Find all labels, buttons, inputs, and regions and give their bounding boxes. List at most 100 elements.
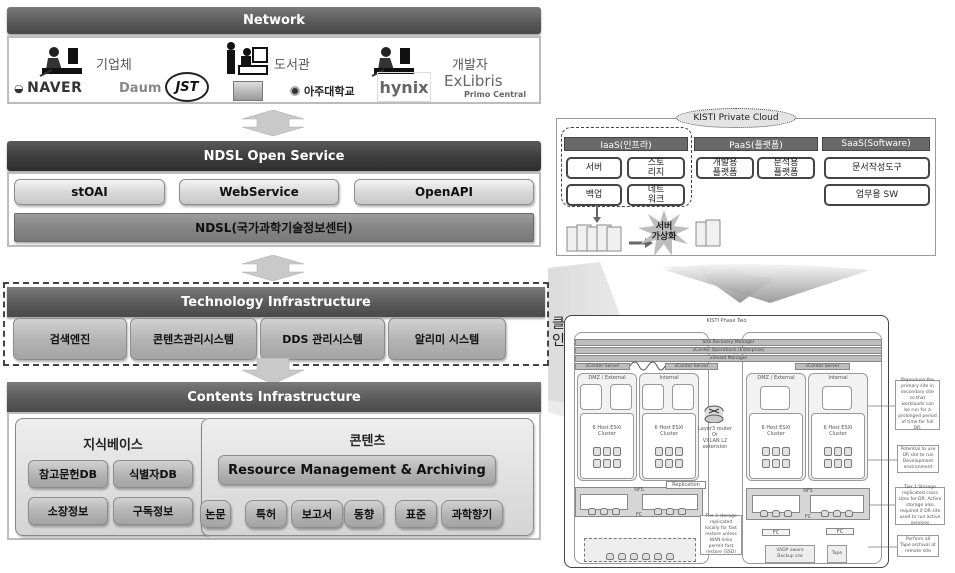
fc-label: FC (804, 514, 812, 520)
user-group-company: 기업체 (96, 58, 132, 73)
tech-search-engine[interactable]: 검색엔진 (13, 318, 127, 360)
vcenter-server-bar: vCenter Server (795, 363, 850, 370)
down-arrow-icon (242, 358, 304, 384)
iaas-backup[interactable]: 백업 (566, 184, 622, 206)
paas-analysis-platform[interactable]: 분석용 플랫폼 (757, 157, 815, 179)
fc-switch: FC (826, 528, 854, 535)
kb-identifier-db[interactable]: 식별자DB (113, 460, 193, 488)
content-title: 콘텐츠 (349, 434, 386, 449)
kb-subscription[interactable]: 구독정보 (113, 497, 193, 525)
production-box (580, 384, 602, 410)
ndsl-base: NDSL(국가과학기술정보센터) (14, 213, 534, 242)
updown-arrow-icon (242, 110, 304, 136)
logo-daum: Daum (119, 81, 162, 96)
logo-ajou: 아주대학교 (290, 83, 355, 99)
host-servers (753, 445, 799, 469)
content-patents[interactable]: 특허 (245, 500, 287, 528)
router-icon (704, 405, 724, 423)
logo-jst: JST (165, 72, 209, 102)
resource-management-archiving[interactable]: Resource Management & Archiving (218, 455, 496, 485)
tech-dds-management[interactable]: DDS 관리시스템 (260, 318, 385, 360)
development-box (610, 384, 632, 410)
development-box (822, 386, 852, 410)
technology-title: Technology Infrastructure (181, 294, 371, 310)
cluster-label: 6 Host ESXi Cluster (823, 425, 853, 437)
logo-exlibris: ExLibris Primo Central (444, 72, 527, 99)
note-dr-development: Potential to use DR site to run Developm… (897, 445, 939, 473)
paas-header: PaaS(플랫폼) (694, 137, 818, 151)
network-header: Network (7, 7, 541, 34)
host-servers (815, 445, 861, 469)
tier3-drives (590, 545, 690, 564)
phase-two-title: KISTI Phase Two (706, 318, 747, 324)
host-servers (646, 445, 692, 469)
contents-header: Contents Infrastructure (7, 382, 541, 412)
note-tier1-storage: Tier 1 Storage replicated cross sites fo… (895, 485, 945, 526)
content-reports[interactable]: 보고서 (291, 500, 343, 528)
zone-label: Internal (659, 375, 679, 381)
iaas-header: IaaS(인프라) (564, 137, 688, 151)
iaas-storage[interactable]: 스토 리지 (627, 157, 685, 179)
logo-hynix: hynix (377, 72, 431, 102)
fc-switch: FC (762, 529, 790, 536)
saas-header: SaaS(Software) (822, 137, 930, 151)
cluster-label: 6 Host ESXi Cluster (761, 425, 791, 437)
host-servers (584, 445, 630, 469)
router-label: Layer3 router Or VXLAN L2 extension (698, 426, 732, 450)
content-trends[interactable]: 동향 (344, 500, 384, 528)
replication-label: Replication (666, 481, 706, 489)
saas-document-tools[interactable]: 문서작성도구 (824, 157, 930, 179)
iaas-server[interactable]: 서버 (566, 157, 622, 179)
fc-label: FC (635, 512, 643, 518)
service-openapi[interactable]: OpenAPI (354, 179, 534, 205)
librarian-icon (227, 42, 268, 75)
service-stoai[interactable]: stOAI (14, 179, 165, 205)
content-standards[interactable]: 표준 (395, 500, 437, 528)
vcenter-server-bar: vCenter Server (665, 363, 718, 370)
iaas-network[interactable]: 네트 워크 (627, 184, 685, 206)
sata-drives (642, 494, 698, 515)
zone-label: DMZ / External (588, 375, 626, 381)
content-science-scent[interactable]: 과학향기 (441, 500, 503, 528)
fc-drives (580, 494, 628, 515)
virtualization-label: 서버 가상화 (651, 222, 677, 242)
tech-notification-system[interactable]: 알리미 시스템 (388, 318, 506, 360)
production-box (642, 384, 664, 410)
development-box (760, 386, 790, 410)
network-title: Network (243, 13, 305, 28)
tech-content-management[interactable]: 콘텐츠관리시스템 (130, 318, 257, 360)
wan-link-icon (630, 361, 665, 371)
open-service-header: NDSL Open Service (7, 141, 541, 171)
contents-title: Contents Infrastructure (187, 389, 361, 405)
note-reproduce-primary: Reproduce the primary site in secondary … (895, 378, 940, 431)
development-box (672, 384, 694, 410)
logo-national-library (233, 81, 263, 101)
vcenter-server-bar: vCenter Server (575, 363, 630, 370)
saas-business-sw[interactable]: 업무용 SW (824, 184, 930, 206)
tape-archive: Tape (827, 545, 847, 563)
fc-drives (752, 495, 800, 517)
cluster-label: 6 Host ESXi Cluster (592, 425, 622, 437)
paas-dev-platform[interactable]: 개발용 플랫폼 (696, 157, 754, 179)
kb-reference-db[interactable]: 참고문헌DB (28, 460, 108, 488)
logo-naver: ◒ NAVER (14, 80, 83, 96)
vadp-backup: VADP aware Backup s/w (765, 545, 815, 563)
virtual-server-icon (695, 219, 721, 247)
zone-label: Internal (828, 375, 848, 381)
user-group-developer: 개발자 (452, 58, 488, 73)
knowledge-base-title: 지식베이스 (83, 438, 143, 453)
private-cloud-title: KISTI Private Cloud (676, 108, 796, 128)
content-papers[interactable]: 논문 (200, 500, 231, 528)
user-group-library: 도서관 (274, 58, 310, 73)
updown-arrow-icon (242, 255, 304, 281)
sata-drives (810, 495, 864, 517)
tier3-note: Tier 3 storage replicated locally for fa… (700, 514, 742, 555)
kb-holdings[interactable]: 소장정보 (28, 497, 108, 525)
site-recovery-manager-bar: Site Recovery Manager (575, 339, 882, 346)
technology-header: Technology Infrastructure (7, 287, 545, 317)
office-worker-icon (39, 47, 82, 77)
vshield-manager-bar: vShield Manager (575, 355, 882, 362)
nfs-label: NFS (803, 488, 813, 494)
vcenter-operations-bar: vCenter Operations (Enterprise) (575, 347, 882, 354)
service-webservice[interactable]: WebService (179, 179, 339, 205)
